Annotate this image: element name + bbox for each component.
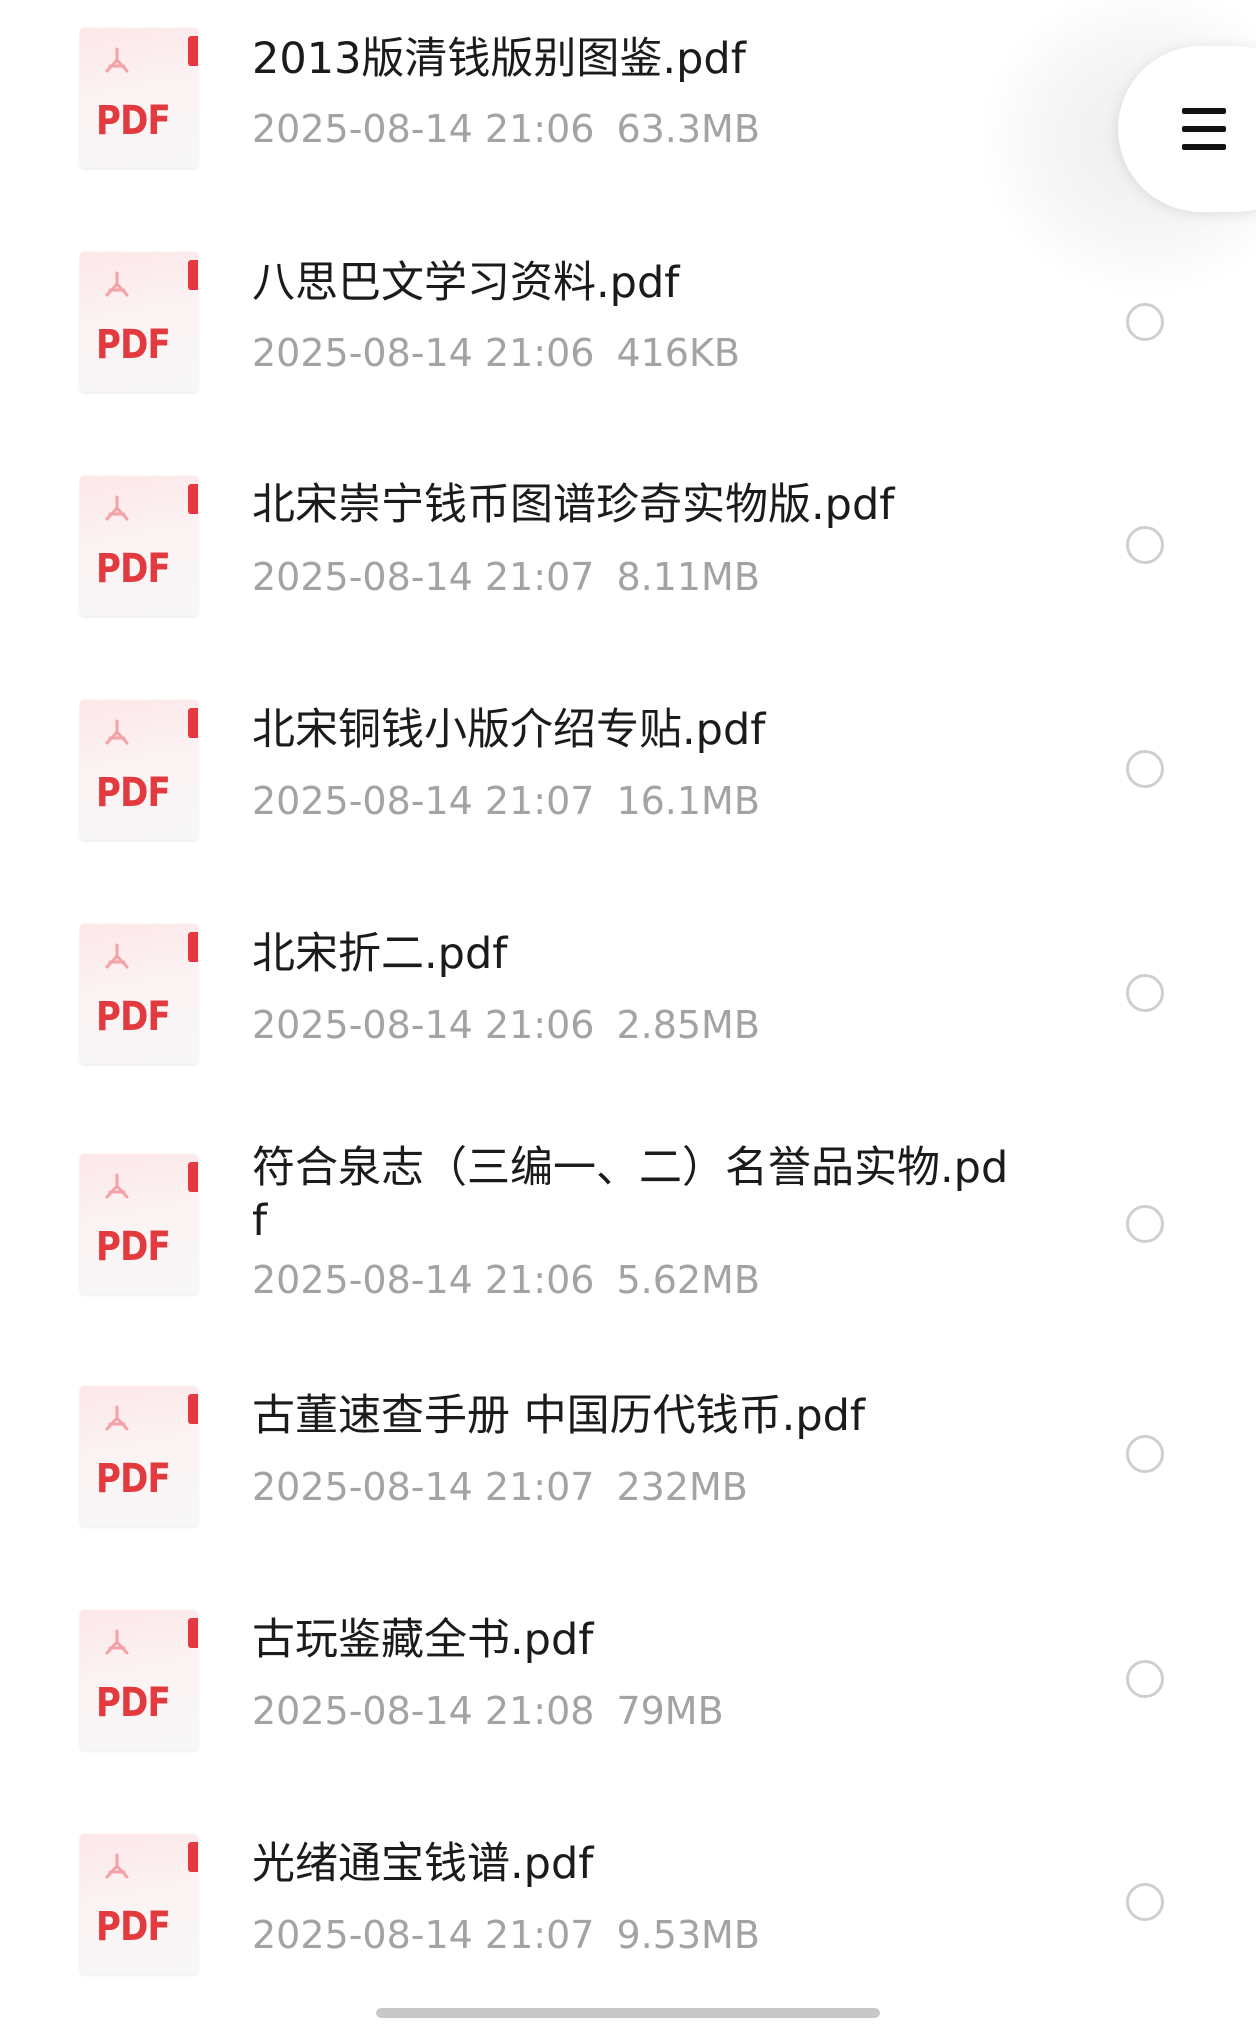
file-row[interactable]: PDF 光绪通宝钱谱.pdf 2025-08-14 21:07 9.53MB (0, 1782, 1256, 2006)
file-size: 8.11MB (616, 555, 760, 599)
select-radio[interactable] (1126, 974, 1164, 1012)
file-name: 古玩鉴藏全书.pdf (252, 1615, 594, 1665)
file-meta: 2025-08-14 21:06 2.85MB (252, 1002, 760, 1048)
select-radio[interactable] (1126, 750, 1164, 788)
pdf-label: PDF (96, 98, 171, 144)
file-meta: 2025-08-14 21:07 9.53MB (252, 1912, 760, 1958)
file-size: 63.3MB (616, 107, 760, 151)
pdf-label: PDF (96, 546, 171, 592)
file-size: 9.53MB (616, 1913, 760, 1957)
file-meta: 2025-08-14 21:06 5.62MB (252, 1257, 760, 1303)
file-date: 2025-08-14 21:07 (252, 1913, 595, 1957)
pdf-label: PDF (96, 322, 171, 368)
select-radio[interactable] (1126, 1205, 1164, 1243)
menu-icon (1182, 108, 1226, 150)
select-radio[interactable] (1126, 303, 1164, 341)
file-row[interactable]: PDF 符合泉志（三编一、二）名誉品实物.pdf 2025-08-14 21:0… (0, 1096, 1256, 1334)
pdf-file-icon: PDF (80, 924, 198, 1064)
pdf-file-icon: PDF (80, 1834, 198, 1974)
file-date: 2025-08-14 21:06 (252, 331, 595, 375)
file-size: 2.85MB (616, 1003, 760, 1047)
select-radio[interactable] (1126, 1435, 1164, 1473)
file-row[interactable]: PDF 北宋崇宁钱币图谱珍奇实物版.pdf 2025-08-14 21:07 8.… (0, 424, 1256, 648)
file-size: 416KB (616, 331, 740, 375)
file-name: 符合泉志（三编一、二）名誉品实物.pdf (252, 1143, 1009, 1246)
file-date: 2025-08-14 21:08 (252, 1689, 595, 1733)
file-name: 2013版清钱版别图鉴.pdf (252, 34, 746, 84)
pdf-label: PDF (96, 770, 171, 816)
pdf-file-icon: PDF (80, 252, 198, 392)
file-size: 79MB (616, 1689, 724, 1733)
file-name: 北宋崇宁钱币图谱珍奇实物版.pdf (252, 480, 895, 530)
file-name: 光绪通宝钱谱.pdf (252, 1839, 594, 1889)
file-date: 2025-08-14 21:07 (252, 555, 595, 599)
select-radio[interactable] (1126, 526, 1164, 564)
file-size: 232MB (616, 1465, 748, 1509)
file-size: 16.1MB (616, 779, 760, 823)
pdf-file-icon: PDF (80, 1154, 198, 1294)
file-name: 北宋铜钱小版介绍专贴.pdf (252, 705, 766, 755)
file-list: PDF 2013版清钱版别图鉴.pdf 2025-08-14 21:06 63.3… (0, 0, 1256, 2024)
file-date: 2025-08-14 21:07 (252, 1465, 595, 1509)
pdf-file-icon: PDF (80, 28, 198, 168)
pdf-label: PDF (96, 1456, 171, 1502)
home-indicator[interactable] (376, 2008, 880, 2018)
file-meta: 2025-08-14 21:07 8.11MB (252, 554, 760, 600)
pdf-file-icon: PDF (80, 1386, 198, 1526)
pdf-label: PDF (96, 1224, 171, 1270)
file-date: 2025-08-14 21:06 (252, 1003, 595, 1047)
file-date: 2025-08-14 21:07 (252, 779, 595, 823)
pdf-file-icon: PDF (80, 1610, 198, 1750)
select-radio[interactable] (1126, 1660, 1164, 1698)
file-row[interactable]: PDF 古董速查手册 中国历代钱币.pdf 2025-08-14 21:07 23… (0, 1334, 1256, 1558)
file-meta: 2025-08-14 21:07 16.1MB (252, 778, 760, 824)
file-date: 2025-08-14 21:06 (252, 107, 595, 151)
file-meta: 2025-08-14 21:08 79MB (252, 1688, 724, 1734)
pdf-label: PDF (96, 1680, 171, 1726)
select-radio[interactable] (1126, 1883, 1164, 1921)
pdf-file-icon: PDF (80, 700, 198, 840)
pdf-file-icon: PDF (80, 476, 198, 616)
file-row[interactable]: PDF 北宋铜钱小版介绍专贴.pdf 2025-08-14 21:07 16.1M… (0, 648, 1256, 872)
file-row[interactable]: PDF 北宋折二.pdf 2025-08-14 21:06 2.85MB (0, 872, 1256, 1096)
pdf-label: PDF (96, 994, 171, 1040)
file-name: 八思巴文学习资料.pdf (252, 258, 680, 308)
file-meta: 2025-08-14 21:07 232MB (252, 1464, 748, 1510)
file-name: 北宋折二.pdf (252, 929, 508, 979)
file-name: 古董速查手册 中国历代钱币.pdf (252, 1391, 866, 1441)
file-date: 2025-08-14 21:06 (252, 1258, 595, 1302)
file-size: 5.62MB (616, 1258, 760, 1302)
file-row[interactable]: PDF 古玩鉴藏全书.pdf 2025-08-14 21:08 79MB (0, 1558, 1256, 1782)
file-meta: 2025-08-14 21:06 416KB (252, 330, 740, 376)
file-meta: 2025-08-14 21:06 63.3MB (252, 106, 760, 152)
pdf-label: PDF (96, 1904, 171, 1950)
